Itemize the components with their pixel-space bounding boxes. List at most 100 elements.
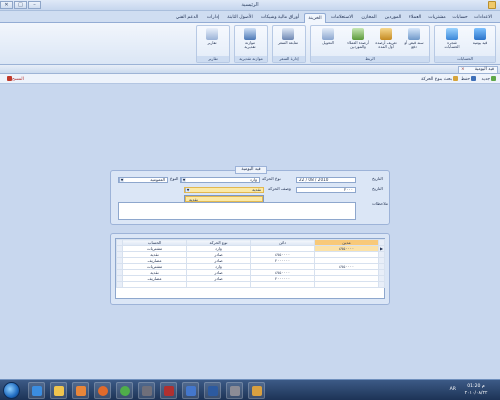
form-title: قيد اليومية (235, 166, 267, 174)
media-icon (75, 386, 86, 396)
cell-account[interactable] (122, 281, 187, 288)
receipt-button[interactable]: سند قبض أو دفع (403, 28, 425, 54)
quick-access-toolbar (488, 1, 496, 9)
window-controls: ✕ □ – (0, 1, 41, 9)
cell-debit[interactable] (314, 281, 379, 288)
taskbar-media[interactable] (72, 382, 89, 399)
taskbar-app[interactable] (204, 382, 221, 399)
opening-balance-button[interactable]: تعريف أرصدة أول المدة (375, 28, 397, 54)
chevron-down-icon[interactable]: ▼ (181, 178, 186, 182)
new-button[interactable]: جديد (481, 76, 496, 83)
contacts-balance-button[interactable]: أرصدة العملاء والموردين (347, 28, 369, 54)
tab-accounts[interactable]: حسابات (450, 13, 470, 23)
tab-stores[interactable]: المخازن (358, 13, 380, 23)
maximize-button[interactable]: □ (14, 1, 27, 9)
start-button[interactable] (3, 382, 20, 399)
close-icon[interactable]: × (461, 67, 465, 73)
ribbon-group-label: موازنة تقديرية (235, 56, 267, 62)
reports-button[interactable]: تقارير (201, 28, 223, 54)
title-bar: ✕ □ – الرئيسية (0, 0, 500, 11)
app-icon[interactable] (488, 1, 496, 9)
tab-purchases[interactable]: مشتريات (426, 13, 448, 23)
app-icon (185, 386, 196, 396)
receipt-icon (408, 28, 420, 40)
word-icon (207, 386, 218, 396)
taskbar-explorer[interactable] (50, 382, 67, 399)
ribbon-group-label: الحسابات (435, 56, 495, 62)
chevron-down-icon[interactable]: ▼ (119, 178, 124, 182)
taskbar-app[interactable] (160, 382, 177, 399)
app-icon (251, 386, 262, 396)
tree-icon (446, 28, 458, 40)
document-tab-bar: × قيد اليومية (0, 65, 500, 74)
tab-settings[interactable]: الاعدادات (472, 13, 494, 23)
tab-suppliers[interactable]: الموردين (382, 13, 404, 23)
ribbon-group-label: إدارة السعر (273, 56, 305, 62)
system-clock[interactable]: 01:20 م ٢٠١٠/٠٨/٢٢ (460, 383, 492, 397)
budget-icon (244, 28, 256, 40)
close-button[interactable]: ✕ (0, 1, 13, 9)
minimize-button[interactable]: – (28, 1, 41, 9)
ribbon-group-price: متابعة السعر إدارة السعر (272, 25, 306, 63)
amount-field[interactable]: ٢٠٠٠ (296, 187, 356, 193)
new-icon (491, 76, 496, 81)
journal-table: الحساب نوع الحركة دائن مدين مشتريات وارد… (116, 239, 385, 288)
journal-grid: الحساب نوع الحركة دائن مدين مشتريات وارد… (115, 238, 385, 299)
tab-support[interactable]: الدعم الفني (172, 13, 202, 23)
journal-button[interactable]: قيد يومية (469, 28, 491, 54)
save-button[interactable]: حفظ (461, 76, 476, 83)
journal-icon (474, 28, 486, 40)
movement-type-label: نوع الحركة (262, 176, 281, 181)
price-follow-button[interactable]: متابعة السعر (277, 28, 299, 54)
tab-treasury[interactable]: الخزينة (304, 13, 326, 23)
type-label: النوع (170, 176, 179, 181)
document-tab-journal[interactable]: × قيد اليومية (458, 66, 498, 74)
ribbon-group-label: تقارير (197, 56, 229, 62)
cell-type[interactable] (186, 281, 251, 288)
date-label: التاريخ (372, 176, 383, 181)
taskbar-app[interactable] (248, 382, 265, 399)
chevron-down-icon[interactable]: ▼ (185, 188, 190, 192)
taskbar-app[interactable] (182, 382, 199, 399)
contacts-icon (352, 28, 364, 40)
table-row[interactable] (116, 281, 385, 288)
tab-fixed-assets[interactable]: الأصول الثابتة (224, 13, 256, 23)
taskbar-firefox[interactable] (94, 382, 111, 399)
window-title: الرئيسية (241, 2, 259, 8)
firefox-icon (97, 386, 108, 396)
report-icon (206, 28, 218, 40)
language-indicator[interactable]: AR (450, 386, 456, 393)
tab-admin[interactable]: إدارات (204, 13, 222, 23)
transfer-button[interactable]: التحويل (317, 28, 339, 54)
taskbar-ie[interactable] (28, 382, 45, 399)
ribbon-group-accounts: قيد يومية شجرة الحسابات الحسابات (434, 25, 496, 63)
search-by-type-button[interactable]: بحث بنوع الحركة (421, 76, 458, 83)
cell-credit[interactable] (250, 281, 315, 288)
tab-queries[interactable]: الاستعلامات (328, 13, 356, 23)
form-toolbar: جديد حفظ بحث بنوع الحركة المسح (0, 74, 500, 84)
notes-textarea[interactable] (118, 202, 356, 220)
taskbar-app[interactable] (138, 382, 155, 399)
movement-type-select[interactable]: وارد ▼ (180, 177, 260, 183)
chrome-icon (119, 386, 130, 396)
balance-icon (380, 28, 392, 40)
clear-button[interactable]: المسح (6, 76, 24, 83)
notes-label: ملاحظات (372, 201, 388, 206)
browser-icon (31, 386, 42, 396)
accounts-tree-button[interactable]: شجرة الحسابات (441, 28, 463, 54)
price-icon (282, 28, 294, 40)
app-icon (163, 386, 174, 396)
date-field[interactable]: 22 / 08 / 2010 (296, 177, 356, 183)
description-select[interactable]: نقدية ▼ (184, 187, 264, 193)
taskbar-chrome[interactable] (116, 382, 133, 399)
app-icon (141, 386, 152, 396)
budget-button[interactable]: موازنة تقديرية (239, 28, 261, 54)
ribbon-tabs: الاعدادات حسابات مشتريات العملاء الموردي… (0, 11, 500, 23)
amount-label: التاريخ (372, 186, 383, 191)
taskbar-app[interactable] (226, 382, 243, 399)
taskbar: AR 01:20 م ٢٠١٠/٠٨/٢٢ (0, 379, 500, 400)
type-select[interactable]: العمومية ▼ (118, 177, 168, 183)
save-icon (471, 76, 476, 81)
tab-securities[interactable]: أوراق مالية وشيكات (258, 13, 302, 23)
tab-customers[interactable]: العملاء (406, 13, 424, 23)
